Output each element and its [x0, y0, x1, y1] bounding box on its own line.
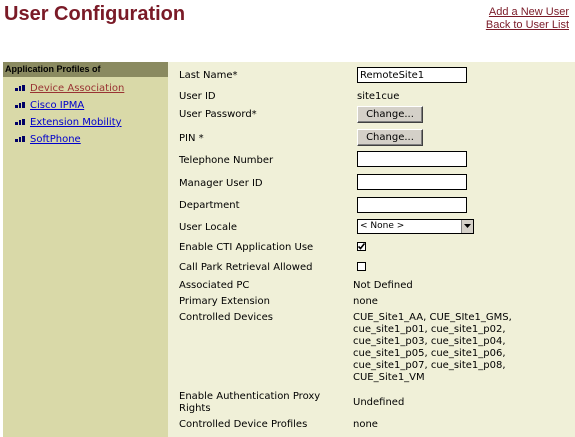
page-title: User Configuration: [4, 3, 186, 25]
user-password-label: User Password*: [179, 109, 257, 120]
change-password-button[interactable]: Change...: [357, 106, 423, 123]
controlled-devices-line: cue_site1_p05, cue_site1_p06,: [353, 348, 506, 359]
add-new-user-link[interactable]: Add a New User: [486, 6, 569, 19]
user-locale-select[interactable]: < None >: [357, 219, 474, 234]
sidebar-item-label[interactable]: Cisco IPMA: [30, 97, 84, 114]
user-id-value: site1cue: [357, 91, 400, 102]
controlled-devices-label: Controlled Devices: [179, 312, 274, 323]
controlled-devices-line: cue_site1_p03, cue_site1_p04,: [353, 336, 506, 347]
associated-pc-value: Not Defined: [353, 280, 413, 291]
user-id-label: User ID: [179, 91, 216, 102]
auth-proxy-value: Undefined: [353, 397, 405, 408]
manager-user-id-input[interactable]: [357, 174, 467, 190]
sidebar-item-label[interactable]: Extension Mobility: [30, 114, 122, 131]
controlled-devices-line: cue_site1_p01, cue_site1_p02,: [353, 324, 506, 335]
link-icon: [15, 84, 25, 93]
department-input[interactable]: [357, 197, 467, 213]
controlled-devices-list: CUE_Site1_AA, CUE_SIte1_GMS, cue_site1_p…: [353, 312, 512, 384]
sidebar-item-extension-mobility[interactable]: Extension Mobility: [15, 114, 168, 131]
device-profiles-label: Controlled Device Profiles: [179, 419, 308, 430]
sidebar-item-label[interactable]: Device Association: [30, 80, 124, 97]
sidebar: Application Profiles of Device Associati…: [3, 62, 168, 437]
department-label: Department: [179, 200, 240, 211]
enable-cti-checkbox[interactable]: [357, 242, 366, 251]
controlled-devices-line: CUE_Site1_AA, CUE_SIte1_GMS,: [353, 312, 512, 323]
manager-user-id-label: Manager User ID: [179, 178, 263, 189]
enable-cti-label: Enable CTI Application Use: [179, 242, 314, 253]
sidebar-heading: Application Profiles of: [3, 62, 168, 77]
controlled-devices-line: CUE_Site1_VM: [353, 372, 425, 383]
user-locale-label: User Locale: [179, 222, 238, 233]
sidebar-item-softphone[interactable]: SoftPhone: [15, 131, 168, 148]
link-icon: [15, 118, 25, 127]
sidebar-item-device-association[interactable]: Device Association: [15, 80, 168, 97]
associated-pc-label: Associated PC: [179, 280, 250, 291]
primary-extension-value: none: [353, 296, 378, 307]
sidebar-item-cisco-ipma[interactable]: Cisco IPMA: [15, 97, 168, 114]
controlled-devices-line: cue_site1_p07, cue_site1_p08,: [353, 360, 506, 371]
link-icon: [15, 135, 25, 144]
sidebar-item-label[interactable]: SoftPhone: [30, 131, 81, 148]
last-name-input[interactable]: [357, 67, 467, 83]
call-park-label: Call Park Retrieval Allowed: [179, 262, 313, 273]
telephone-number-input[interactable]: [357, 151, 467, 167]
change-pin-button[interactable]: Change...: [357, 129, 423, 146]
primary-extension-label: Primary Extension: [179, 296, 270, 307]
chevron-down-icon[interactable]: [461, 220, 473, 233]
device-profiles-value: none: [353, 419, 378, 430]
pin-label: PIN *: [179, 133, 204, 144]
back-to-user-list-link[interactable]: Back to User List: [486, 19, 569, 32]
call-park-checkbox[interactable]: [357, 262, 366, 271]
link-icon: [15, 101, 25, 110]
auth-proxy-label-line1: Enable Authentication Proxy: [179, 391, 321, 402]
sidebar-list: Device Association Cisco IPMA Extension …: [3, 77, 168, 148]
user-form: Last Name* User ID site1cue User Passwor…: [168, 62, 575, 437]
telephone-number-label: Telephone Number: [179, 155, 274, 166]
last-name-label: Last Name*: [179, 70, 238, 81]
top-links: Add a New User Back to User List: [486, 6, 569, 32]
user-locale-value: < None >: [360, 221, 405, 231]
auth-proxy-label-line2: Rights: [179, 403, 211, 414]
